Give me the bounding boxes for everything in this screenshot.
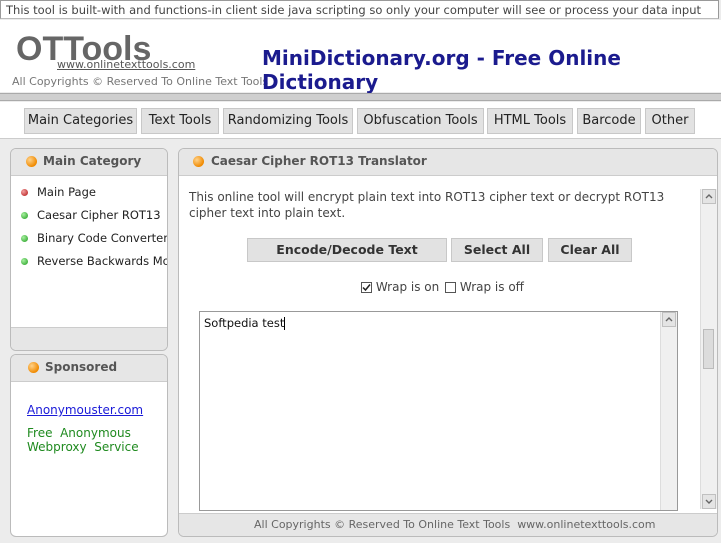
nav-randomizing-tools[interactable]: Randomizing Tools: [223, 108, 353, 134]
nav-html-tools[interactable]: HTML Tools: [487, 108, 573, 134]
main-category-footer: [11, 327, 167, 350]
tool-description: This online tool will encrypt plain text…: [189, 190, 665, 220]
panel-scrollbar[interactable]: [700, 189, 717, 509]
main-category-panel: Main Category Main Page Caesar Cipher RO…: [10, 148, 168, 351]
wrap-off-checkbox[interactable]: [445, 282, 457, 293]
site-title: MiniDictionary.org - Free Online Diction…: [262, 46, 621, 94]
brand-url-link[interactable]: www.onlinetexttools.com: [57, 58, 195, 71]
footer-copyright: All Copyrights © Reserved To Online Text…: [254, 518, 656, 531]
orange-bullet-icon: [28, 362, 39, 373]
arrow-up-icon: [665, 317, 673, 322]
sidebar-item-label: Caesar Cipher ROT13: [37, 208, 161, 222]
textarea-content: Softpedia test: [204, 316, 286, 330]
info-notice-bar: This tool is built-with and functions-in…: [0, 0, 719, 36]
encode-decode-button[interactable]: Encode/Decode Text: [247, 238, 447, 262]
nav-barcode[interactable]: Barcode: [577, 108, 641, 134]
green-bullet-icon: [21, 235, 28, 242]
sponsored-panel: Sponsored Anonymouster.com Free Anonymou…: [10, 354, 168, 537]
scroll-up-button[interactable]: [662, 312, 676, 327]
translator-panel: Caesar Cipher ROT13 Translator This onli…: [178, 148, 718, 537]
green-bullet-icon: [21, 258, 28, 265]
sponsored-description-line1: Free Anonymous: [27, 426, 131, 440]
header-copyright: All Copyrights © Reserved To Online Text…: [12, 75, 269, 88]
textarea-value: Softpedia test: [204, 316, 285, 330]
sidebar-item-label: Reverse Backwards More: [37, 254, 168, 268]
wrap-options: Wrap is on Wrap is off: [361, 280, 524, 294]
sponsored-title: Sponsored: [45, 360, 118, 374]
header-divider: [0, 93, 721, 101]
nav-other[interactable]: Other: [645, 108, 695, 134]
checkmark-icon: [362, 284, 371, 292]
cipher-textarea[interactable]: Softpedia test: [199, 311, 678, 511]
orange-bullet-icon: [193, 156, 204, 167]
scroll-thumb[interactable]: [703, 329, 714, 369]
translator-footer: All Copyrights © Reserved To Online Text…: [179, 513, 717, 536]
sponsored-description-line2: Webproxy Service: [27, 440, 139, 454]
wrap-on-label: Wrap is on: [375, 280, 440, 294]
translator-header: Caesar Cipher ROT13 Translator: [179, 149, 717, 176]
sidebar-item-main-page[interactable]: Main Page: [21, 185, 96, 199]
green-bullet-icon: [21, 212, 28, 219]
main-category-header: Main Category: [11, 149, 167, 176]
clear-all-button[interactable]: Clear All: [548, 238, 632, 262]
sidebar-item-reverse-backwards[interactable]: Reverse Backwards More: [21, 254, 168, 268]
scroll-up-button[interactable]: [702, 189, 716, 204]
sidebar-item-binary-code[interactable]: Binary Code Converter: [21, 231, 168, 245]
sidebar-item-caesar-cipher[interactable]: Caesar Cipher ROT13: [21, 208, 161, 222]
nav-main-categories[interactable]: Main Categories: [24, 108, 137, 134]
scroll-down-button[interactable]: [702, 494, 716, 509]
red-bullet-icon: [21, 189, 28, 196]
arrow-up-icon: [705, 194, 713, 199]
select-all-button[interactable]: Select All: [451, 238, 543, 262]
wrap-on-checkbox[interactable]: [361, 282, 372, 293]
arrow-down-icon: [705, 499, 713, 504]
sidebar-item-label: Binary Code Converter: [37, 231, 168, 245]
text-cursor: [284, 317, 286, 330]
textarea-scrollbar[interactable]: [660, 312, 677, 510]
translator-title: Caesar Cipher ROT13 Translator: [211, 154, 427, 168]
wrap-off-label: Wrap is off: [459, 280, 524, 294]
sponsored-header: Sponsored: [11, 355, 167, 382]
nav-text-tools[interactable]: Text Tools: [141, 108, 219, 134]
orange-bullet-icon: [26, 156, 37, 167]
nav-obfuscation-tools[interactable]: Obfuscation Tools: [357, 108, 484, 134]
sponsored-link[interactable]: Anonymouster.com: [27, 403, 143, 417]
site-header: OTTools www.onlinetexttools.com All Copy…: [0, 20, 721, 94]
sidebar-item-label: Main Page: [37, 185, 96, 199]
top-nav: Main Categories Text Tools Randomizing T…: [0, 102, 721, 139]
main-category-title: Main Category: [43, 154, 142, 168]
